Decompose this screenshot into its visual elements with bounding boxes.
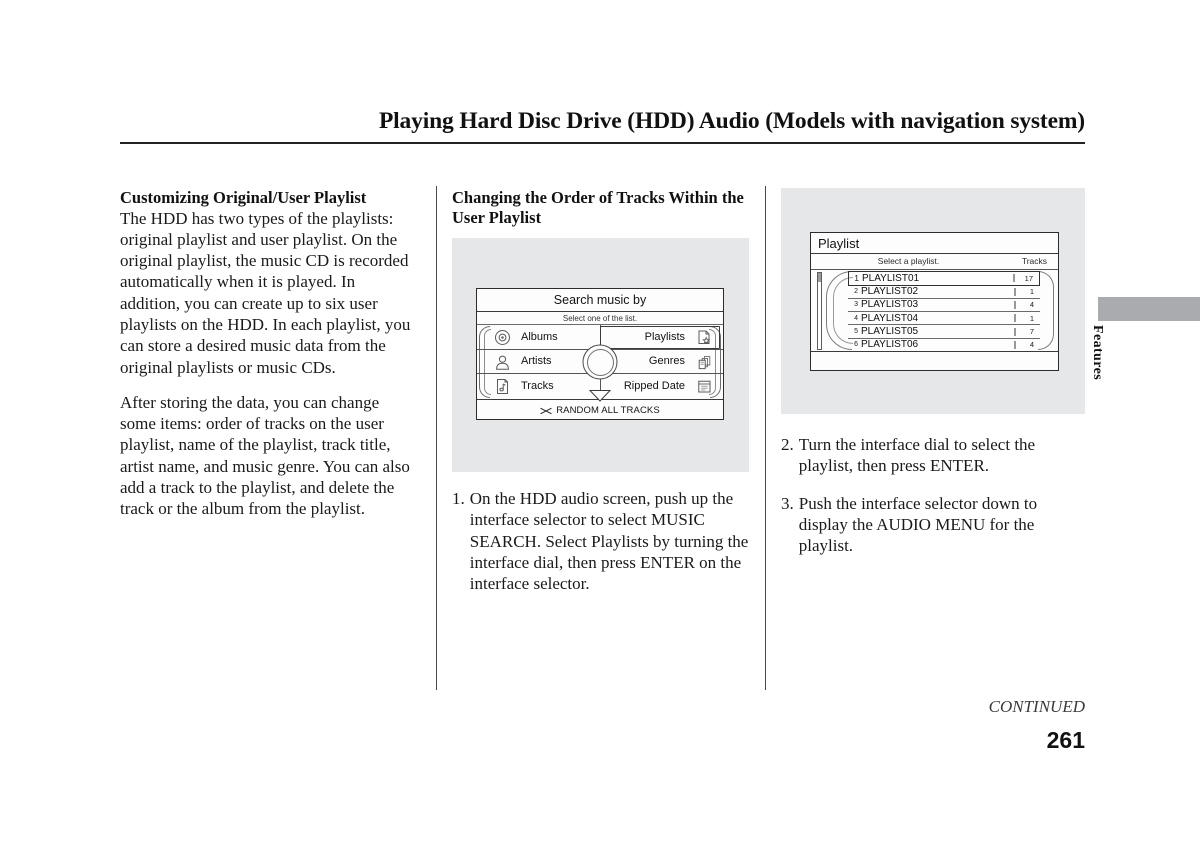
table-row[interactable]: 5 PLAYLIST05 7 xyxy=(848,325,1040,339)
row-track-count: 4 xyxy=(1029,300,1034,310)
shuffle-icon xyxy=(540,407,552,415)
table-row[interactable]: 4 PLAYLIST04 1 xyxy=(848,312,1040,326)
search-menu-grid: Albums Artists Tracks Playlists Genres R… xyxy=(477,325,723,399)
middle-step-1: 1. On the HDD audio screen, push up the … xyxy=(452,488,749,594)
person-icon xyxy=(494,354,511,371)
table-row[interactable]: 6 PLAYLIST06 4 xyxy=(848,339,1040,352)
stacked-pages-icon xyxy=(696,354,713,371)
search-music-figure: Search music by Select one of the list. xyxy=(452,238,749,472)
playlist-screen-footer xyxy=(811,351,1058,372)
row-track-bar xyxy=(1014,314,1016,323)
menu-item-label: Tracks xyxy=(521,380,554,393)
step-text: Turn the interface dial to select the pl… xyxy=(798,435,1036,476)
row-track-count: 4 xyxy=(1029,340,1034,350)
row-index: 4 xyxy=(854,314,858,322)
section-edge-tab xyxy=(1098,297,1200,321)
menu-item-label: Genres xyxy=(648,355,685,368)
step-text: On the HDD audio screen, push up the int… xyxy=(469,489,749,594)
menu-item-albums[interactable]: Albums xyxy=(477,325,600,350)
middle-column-heading: Changing the Order of Tracks Within the … xyxy=(452,188,744,227)
step-text: Push the interface selector down to disp… xyxy=(798,493,1038,556)
nav-screen-search-music: Search music by Select one of the list. xyxy=(476,288,724,420)
tracks-column-header: Tracks xyxy=(1021,256,1047,266)
menu-item-tracks[interactable]: Tracks xyxy=(477,374,600,399)
row-track-bar xyxy=(1014,287,1016,296)
page-title: Playing Hard Disc Drive (HDD) Audio (Mod… xyxy=(378,108,1085,134)
row-name: PLAYLIST04 xyxy=(861,312,919,324)
search-screen-subtitle: Select one of the list. xyxy=(477,312,723,325)
manual-page: Playing Hard Disc Drive (HDD) Audio (Mod… xyxy=(0,0,1200,859)
column-divider-1 xyxy=(436,186,437,690)
right-step-2: 2. Turn the interface dial to select the… xyxy=(781,434,1085,477)
table-row[interactable]: 3 PLAYLIST03 4 xyxy=(848,299,1040,313)
menu-item-label: Artists xyxy=(521,355,552,368)
row-track-bar xyxy=(1014,340,1016,349)
nav-screen-playlist: Playlist Select a playlist. Tracks 1 PLA… xyxy=(810,232,1059,371)
playlist-screen-subheader: Select a playlist. Tracks xyxy=(811,254,1058,270)
scrollbar-thumb[interactable] xyxy=(818,273,821,282)
calendar-page-icon xyxy=(696,378,713,395)
interface-dial-graphic xyxy=(582,344,618,380)
left-paragraph-1: The HDD has two types of the playlists: … xyxy=(120,208,411,377)
row-index: 6 xyxy=(854,341,858,349)
menu-column-right: Playlists Genres Ripped Date xyxy=(600,325,723,399)
row-track-count: 1 xyxy=(1029,287,1034,297)
menu-item-label: Ripped Date xyxy=(623,380,685,393)
scrollbar-track[interactable] xyxy=(817,272,822,350)
playlist-figure: Playlist Select a playlist. Tracks 1 PLA… xyxy=(781,188,1085,414)
header-rule xyxy=(120,142,1085,144)
row-track-bar xyxy=(1014,327,1016,336)
right-step-3: 3. Push the interface selector down to d… xyxy=(781,493,1085,557)
disc-icon xyxy=(494,329,511,346)
right-column: Playlist Select a playlist. Tracks 1 PLA… xyxy=(781,188,1085,556)
row-track-bar xyxy=(1014,300,1016,309)
random-all-tracks-bar[interactable]: RANDOM ALL TRACKS xyxy=(477,390,723,421)
page-star-icon xyxy=(696,329,713,346)
left-column-heading: Customizing Original/User Playlist xyxy=(120,188,367,207)
row-name: PLAYLIST03 xyxy=(861,299,919,311)
row-track-count: 7 xyxy=(1029,327,1034,337)
down-triangle-icon xyxy=(588,390,612,402)
playlist-rows: 1 PLAYLIST01 17 2 PLAYLIST02 1 3 PLAYLIS… xyxy=(811,270,1058,352)
menu-item-playlists[interactable]: Playlists xyxy=(600,325,723,350)
search-screen-title: Search music by xyxy=(477,289,723,312)
table-row[interactable]: 1 PLAYLIST01 17 xyxy=(848,271,1040,286)
column-divider-2 xyxy=(765,186,766,690)
menu-item-genres[interactable]: Genres xyxy=(600,350,723,375)
row-name: PLAYLIST06 xyxy=(861,339,919,351)
row-track-count: 17 xyxy=(1024,273,1033,283)
step-number: 3. xyxy=(781,493,794,513)
row-index: 2 xyxy=(854,288,858,296)
step-number: 2. xyxy=(781,435,794,454)
section-edge-label: Features xyxy=(1090,325,1105,381)
playlist-screen-title: Playlist xyxy=(811,233,1058,254)
left-paragraph-2: After storing the data, you can change s… xyxy=(120,392,410,519)
left-column: Customizing Original/User Playlist The H… xyxy=(120,188,413,520)
middle-column: Changing the Order of Tracks Within the … xyxy=(452,188,749,594)
row-name: PLAYLIST02 xyxy=(861,286,919,298)
row-name: PLAYLIST01 xyxy=(862,272,920,284)
interface-dial-inner xyxy=(586,348,614,376)
step-number: 1. xyxy=(452,489,465,508)
row-index: 1 xyxy=(854,273,859,284)
row-track-count: 1 xyxy=(1029,313,1034,323)
row-track-bar xyxy=(1013,274,1015,283)
row-name: PLAYLIST05 xyxy=(861,326,919,338)
row-index: 5 xyxy=(854,328,858,336)
page-number: 261 xyxy=(1046,727,1085,753)
continued-label: CONTINUED xyxy=(988,697,1085,716)
table-row[interactable]: 2 PLAYLIST02 1 xyxy=(848,286,1040,299)
random-all-tracks-label: RANDOM ALL TRACKS xyxy=(556,405,660,416)
music-note-page-icon xyxy=(494,378,511,395)
list-arc-right xyxy=(1038,271,1054,350)
row-index: 3 xyxy=(854,301,858,309)
menu-item-ripped-date[interactable]: Ripped Date xyxy=(600,374,723,399)
menu-item-label: Albums xyxy=(521,330,558,343)
